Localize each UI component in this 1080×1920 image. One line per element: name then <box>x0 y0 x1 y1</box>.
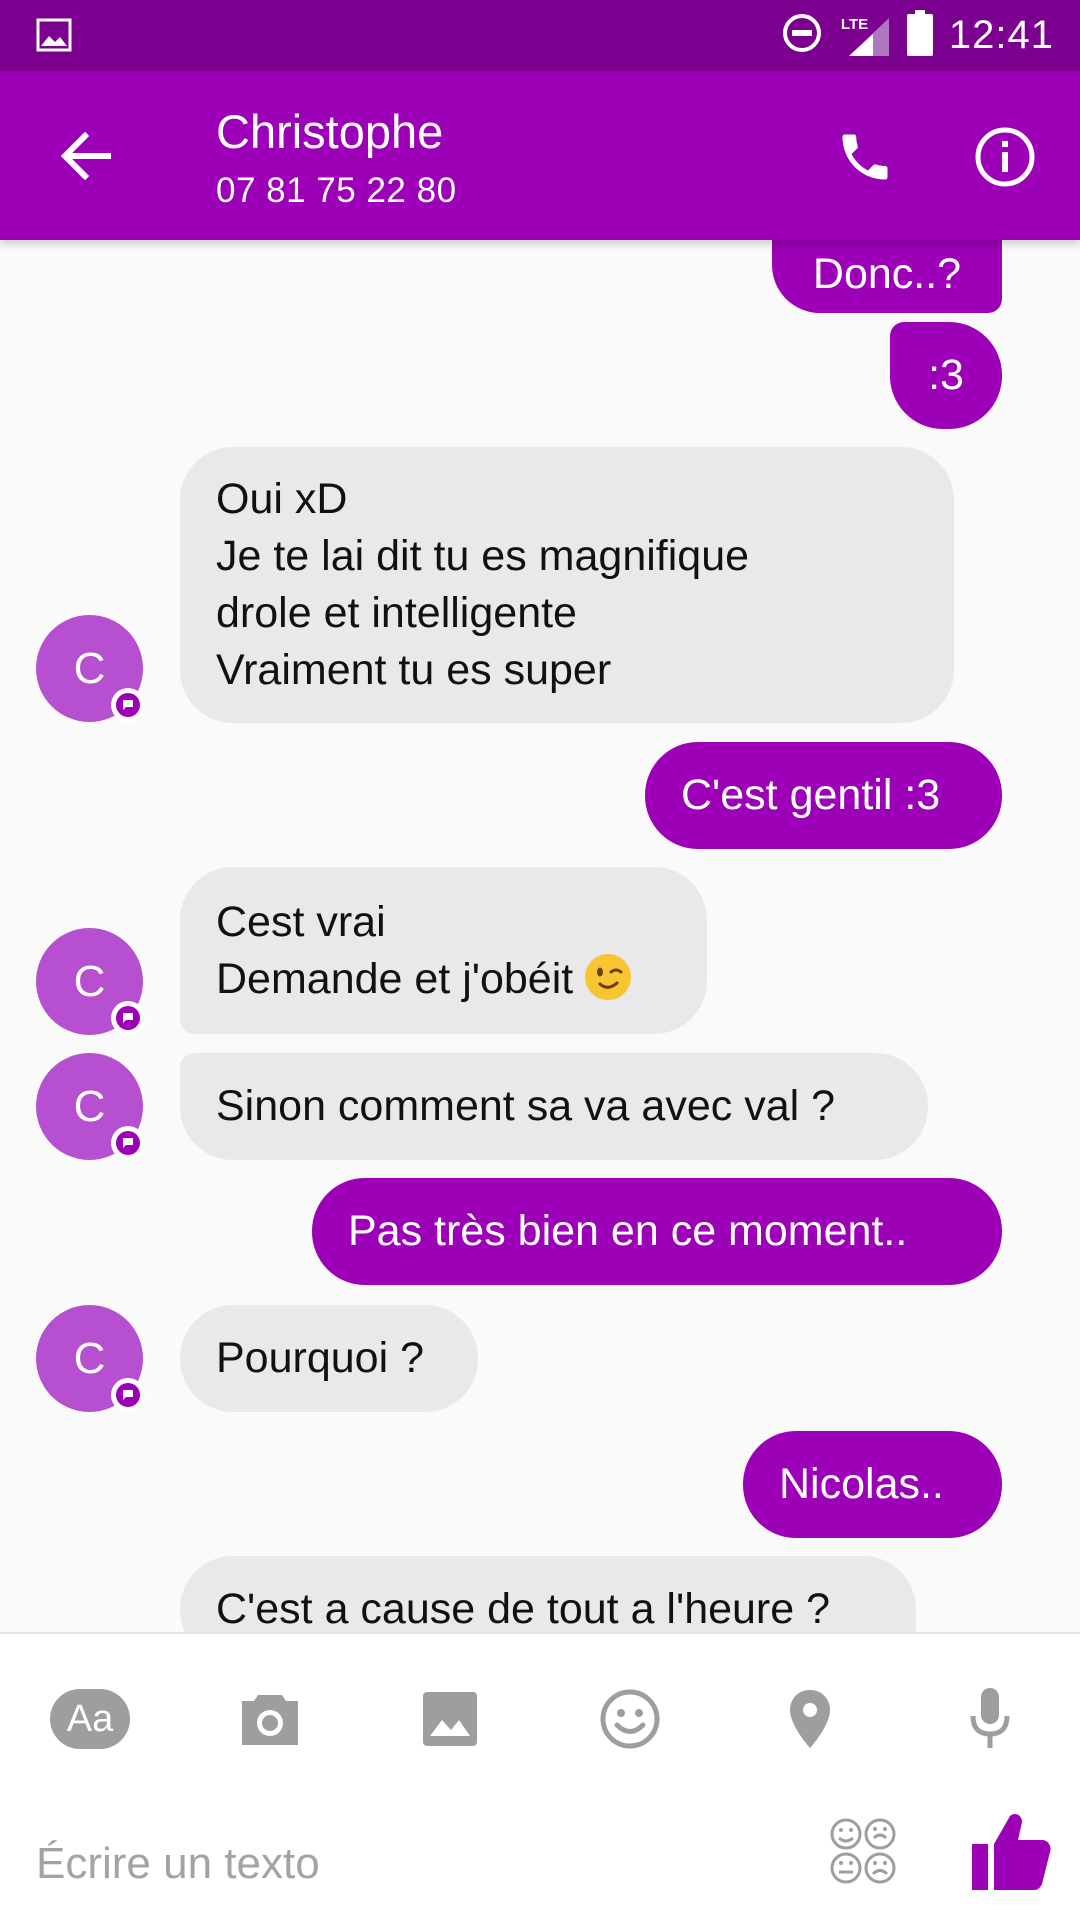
info-button[interactable] <box>965 117 1045 197</box>
message-bubble-outgoing[interactable]: C'est gentil :3 <box>645 742 1002 849</box>
status-bar: LTE 12:41 <box>0 0 1080 71</box>
message-bubble-incoming[interactable]: C'est a cause de tout a l'heure ? <box>180 1556 916 1632</box>
contact-name[interactable]: Christophe <box>216 104 443 159</box>
avatar-initial: C <box>73 1333 106 1383</box>
aa-label: Aa <box>66 1697 114 1740</box>
sticker-button[interactable] <box>828 1816 900 1888</box>
messenger-badge-icon <box>111 688 145 722</box>
message-bubble-outgoing[interactable]: :3 <box>890 322 1002 429</box>
emoji-icon <box>600 1689 660 1749</box>
messenger-badge-icon <box>111 1126 145 1160</box>
thumbs-up-icon <box>972 1814 1051 1890</box>
avatar[interactable]: C <box>36 1053 145 1160</box>
clock: 12:41 <box>948 13 1054 57</box>
message-bubble-incoming[interactable]: Cest vrai Demande et j'obéit <box>180 867 707 1034</box>
image-notification-icon <box>36 18 72 57</box>
message-text: Vraiment tu es super <box>216 646 612 694</box>
like-button[interactable] <box>968 1810 1052 1894</box>
do-not-disturb-icon <box>781 12 823 59</box>
phone-icon <box>842 134 888 180</box>
back-button[interactable] <box>50 121 120 191</box>
avatar[interactable]: C <box>36 1305 145 1412</box>
avatar-initial: C <box>73 1081 106 1131</box>
message-list[interactable]: Donc..? :3 Oui xD Je te lai dit tu es ma… <box>0 240 1080 1632</box>
message-bubble-outgoing[interactable]: Donc..? <box>772 240 1002 313</box>
composer-bar: Aa <box>0 1632 1080 1920</box>
avatar[interactable]: C <box>36 615 145 722</box>
location-pin-icon <box>790 1690 830 1748</box>
text-format-button[interactable]: Aa <box>45 1674 135 1764</box>
message-bubble-incoming[interactable]: Oui xD Je te lai dit tu es magnifique dr… <box>180 447 954 723</box>
microphone-icon <box>970 1688 1010 1748</box>
message-input[interactable] <box>36 1824 756 1904</box>
camera-button[interactable] <box>225 1674 315 1764</box>
camera-icon <box>242 1695 298 1745</box>
gallery-icon <box>423 1692 477 1746</box>
message-text: Demande et j'obéit <box>216 954 574 1003</box>
message-text: Oui xD <box>216 475 348 523</box>
info-icon <box>975 127 1035 187</box>
lte-signal-icon: LTE <box>839 12 891 60</box>
message-text: :3 <box>928 351 964 399</box>
message-bubble-outgoing[interactable]: Pas très bien en ce moment.. <box>312 1178 1002 1285</box>
message-text: Sinon comment sa va avec val ? <box>216 1082 836 1130</box>
message-text: C'est a cause de tout a l'heure ? <box>216 1585 831 1632</box>
emoji-button[interactable] <box>585 1674 675 1764</box>
message-text: Pas très bien en ce moment.. <box>348 1207 908 1255</box>
messenger-badge-icon <box>111 1378 145 1412</box>
contact-phone: 07 81 75 22 80 <box>216 171 457 210</box>
message-text: Donc..? <box>812 250 962 298</box>
location-button[interactable] <box>765 1674 855 1764</box>
message-text: Nicolas.. <box>779 1460 944 1508</box>
avatar-initial: C <box>73 643 106 693</box>
back-arrow-icon <box>60 132 111 180</box>
message-text: Pourquoi ? <box>216 1334 424 1382</box>
message-text: C'est gentil :3 <box>681 771 941 819</box>
message-text: drole et intelligente <box>216 589 577 637</box>
avatar-initial: C <box>73 956 106 1006</box>
voice-button[interactable] <box>945 1674 1035 1764</box>
gallery-button[interactable] <box>405 1674 495 1764</box>
text-format-icon: Aa <box>50 1689 130 1749</box>
message-text: Je te lai dit tu es magnifique <box>216 532 750 580</box>
messenger-badge-icon <box>111 1001 145 1035</box>
call-button[interactable] <box>825 117 905 197</box>
message-bubble-outgoing[interactable]: Nicolas.. <box>743 1431 1002 1538</box>
sticker-faces-icon <box>830 1818 896 1884</box>
message-text: Cest vrai <box>216 897 386 946</box>
battery-icon <box>906 10 933 61</box>
message-bubble-incoming[interactable]: Pourquoi ? <box>180 1305 478 1412</box>
winking-face-emoji-icon <box>585 954 632 1000</box>
avatar[interactable]: C <box>36 928 145 1035</box>
message-bubble-incoming[interactable]: Sinon comment sa va avec val ? <box>180 1053 928 1160</box>
conversation-header: Christophe 07 81 75 22 80 <box>0 71 1080 240</box>
